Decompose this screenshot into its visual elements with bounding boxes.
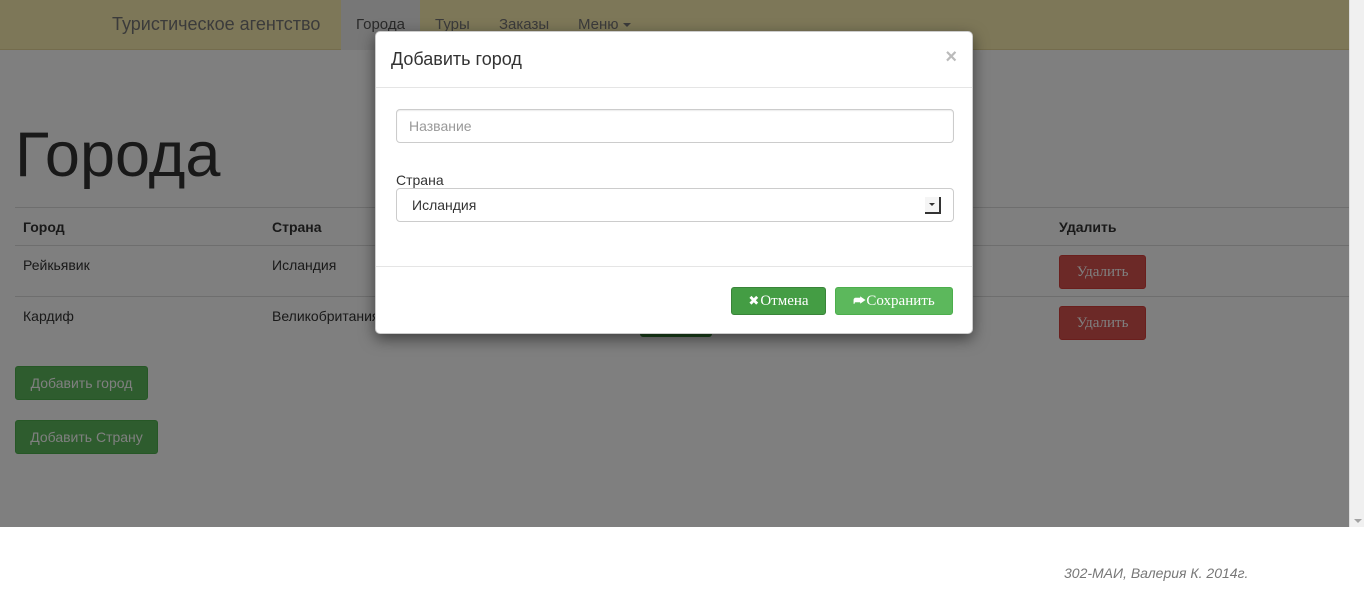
country-select-value: Исландия [412, 197, 477, 213]
dropdown-arrow-icon[interactable] [925, 197, 941, 214]
save-icon: ⮫ [853, 293, 866, 309]
save-button-label: Сохранить [866, 292, 935, 309]
close-icon[interactable]: × [945, 47, 957, 67]
cancel-button-label: Отмена [760, 292, 809, 309]
modal-title: Добавить город [391, 49, 522, 69]
modal-header: Добавить город × [376, 32, 972, 88]
save-button[interactable]: ⮫ Сохранить [835, 287, 953, 315]
scroll-down-icon[interactable] [1354, 519, 1362, 523]
modal-footer: ✖ Отмена ⮫ Сохранить [376, 266, 972, 333]
country-label: Страна [396, 172, 444, 188]
remove-icon: ✖ [748, 293, 760, 309]
country-select[interactable]: Исландия [396, 188, 954, 222]
cancel-button[interactable]: ✖ Отмена [731, 287, 826, 315]
city-name-input[interactable] [396, 109, 954, 143]
add-city-modal: Добавить город × Страна Исландия ✖Отмена… [375, 31, 973, 334]
scrollbar[interactable] [1349, 0, 1364, 527]
footer-credit: 302-МАИ, Валерия К. 2014г. [1064, 565, 1249, 581]
